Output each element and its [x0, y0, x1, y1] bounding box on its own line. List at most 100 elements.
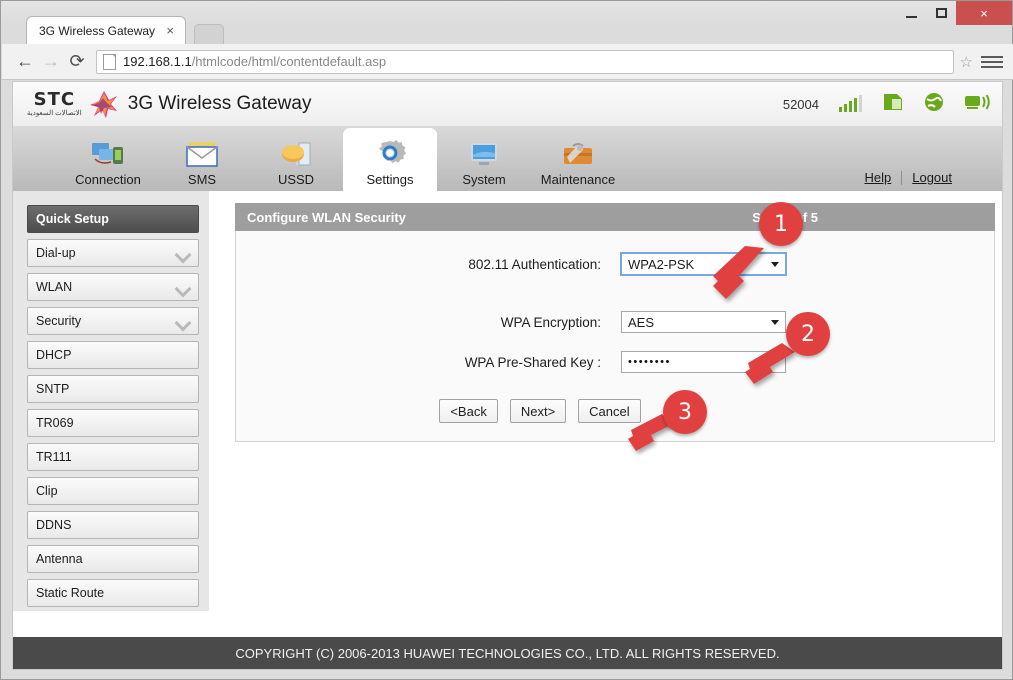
bookmark-star-icon[interactable]: ☆ [960, 53, 973, 71]
tab-sms-label: SMS [187, 172, 217, 187]
sidebar-item-security[interactable]: Security [27, 307, 199, 335]
authentication-value: WPA2-PSK [628, 256, 695, 272]
os-window: × 3G Wireless Gateway × ← → ⟳ 192.168.1.… [0, 0, 1013, 680]
signal-bars-icon [839, 95, 862, 112]
sidebar-menu: Quick Setup Dial-up WLAN Security DHCP S… [13, 191, 209, 611]
encryption-control: AES [621, 311, 786, 333]
ussd-icon [279, 139, 313, 169]
monitor-icon [467, 139, 501, 169]
page-footer: COPYRIGHT (C) 2006-2013 HUAWEI TECHNOLOG… [13, 637, 1002, 669]
sidebar-item-sntp[interactable]: SNTP [27, 375, 199, 403]
sidebar-item-wlan[interactable]: WLAN [27, 273, 199, 301]
chevron-down-icon [177, 283, 190, 291]
sim-card-icon [882, 93, 904, 116]
sidebar-item-label: Security [36, 314, 82, 328]
sidebar-item-label: Static Route [36, 586, 105, 600]
page-title: Configure WLAN Security [247, 209, 406, 225]
preshared-key-input[interactable]: •••••••• [621, 351, 786, 373]
sidebar-item-label: TR069 [36, 416, 74, 430]
gear-icon [373, 139, 407, 169]
tab-connection-label: Connection [75, 172, 141, 187]
sidebar-item-tr111[interactable]: TR111 [27, 443, 199, 471]
preshared-key-label: WPA Pre-Shared Key : [464, 354, 601, 370]
toolbox-icon [561, 139, 595, 169]
chevron-down-icon [771, 261, 779, 267]
tab-system[interactable]: System [437, 131, 531, 191]
browser-toolbar: ← → ⟳ 192.168.1.1/htmlcode/html/contentd… [2, 44, 1013, 80]
authentication-label: 802.11 Authentication: [468, 256, 601, 272]
sidebar-item-label: Clip [36, 484, 58, 498]
encryption-select[interactable]: AES [621, 311, 786, 333]
field-row-encryption: WPA Encryption: AES [236, 311, 994, 333]
browser-menu-icon[interactable] [981, 55, 1003, 68]
stc-logo: STC الاتصالات السعودية 3G Wireless Gatew… [27, 89, 311, 119]
wifi-broadcast-icon [964, 93, 990, 116]
cancel-button[interactable]: Cancel [578, 399, 641, 423]
copyright-text: COPYRIGHT (C) 2006-2013 HUAWEI TECHNOLOG… [235, 645, 780, 661]
sidebar-item-label: DDNS [36, 518, 72, 532]
sidebar-item-label: DHCP [36, 348, 72, 362]
browser-tab[interactable]: 3G Wireless Gateway × [26, 16, 186, 44]
stc-logo-arabic: الاتصالات السعودية [27, 110, 82, 117]
sidebar-item-tr069[interactable]: TR069 [27, 409, 199, 437]
page-body: Quick Setup Dial-up WLAN Security DHCP S… [13, 191, 1002, 637]
address-bar[interactable]: 192.168.1.1/htmlcode/html/contentdefault… [96, 49, 954, 74]
browser-tab-strip: 3G Wireless Gateway × [2, 14, 1013, 45]
tab-sms[interactable]: SMS [155, 131, 249, 191]
back-button[interactable]: <Back [439, 399, 498, 423]
header-links: Help Logout [864, 170, 952, 185]
url-path: /htmlcode/html/contentdefault.asp [191, 54, 387, 69]
stc-burst-icon [88, 89, 118, 119]
main-nav-tabs: Connection SMS USSD Settings System Main… [13, 126, 1002, 191]
tab-connection[interactable]: Connection [61, 131, 155, 191]
chevron-down-icon [771, 319, 779, 325]
back-icon[interactable]: ← [12, 49, 38, 75]
status-indicators: 52004 [783, 82, 990, 126]
link-divider [901, 170, 903, 185]
stc-wordmark: STC الاتصالات السعودية [27, 91, 82, 118]
tab-ussd[interactable]: USSD [249, 131, 343, 191]
page-viewport: STC الاتصالات السعودية 3G Wireless Gatew… [12, 81, 1003, 670]
sidebar-item-clip[interactable]: Clip [27, 477, 199, 505]
device-id: 52004 [782, 96, 819, 112]
page-info-icon [103, 53, 116, 70]
help-link[interactable]: Help [864, 170, 891, 185]
envelope-icon [185, 139, 219, 169]
app-title: 3G Wireless Gateway [127, 93, 312, 114]
chevron-down-icon [177, 317, 190, 325]
sidebar-item-label: Antenna [36, 552, 83, 566]
tab-maintenance[interactable]: Maintenance [531, 131, 625, 191]
tab-settings-label: Settings [366, 172, 414, 187]
forward-icon[interactable]: → [38, 49, 64, 75]
globe-icon [924, 92, 944, 117]
wizard-button-row: <Back Next> Cancel [236, 399, 994, 423]
preshared-key-control: •••••••• [621, 351, 786, 373]
sidebar-item-label: TR111 [36, 450, 72, 464]
panel-body: 802.11 Authentication: WPA2-PSK WPA Encr… [235, 231, 995, 442]
next-button[interactable]: Next> [509, 399, 567, 423]
field-row-authentication: 802.11 Authentication: WPA2-PSK [236, 252, 994, 276]
encryption-label: WPA Encryption: [500, 314, 601, 330]
content-panel: Configure WLAN Security Step 4 of 5 802.… [235, 203, 995, 442]
sidebar-item-label: Dial-up [36, 246, 76, 260]
sidebar-item-dial-up[interactable]: Dial-up [27, 239, 199, 267]
tab-close-icon[interactable]: × [163, 23, 177, 38]
sidebar-item-static-route[interactable]: Static Route [27, 579, 199, 607]
reload-icon[interactable]: ⟳ [64, 49, 90, 75]
sidebar-item-antenna[interactable]: Antenna [27, 545, 199, 573]
field-row-preshared-key: WPA Pre-Shared Key : •••••••• [236, 351, 994, 373]
tab-ussd-label: USSD [277, 172, 315, 187]
sidebar-item-quick-setup[interactable]: Quick Setup [27, 205, 199, 233]
logout-link[interactable]: Logout [912, 170, 952, 185]
sidebar-item-ddns[interactable]: DDNS [27, 511, 199, 539]
site-header: STC الاتصالات السعودية 3G Wireless Gatew… [13, 82, 1002, 126]
panel-header: Configure WLAN Security Step 4 of 5 [235, 203, 995, 231]
authentication-select[interactable]: WPA2-PSK [620, 252, 787, 276]
sidebar-item-label: SNTP [36, 382, 70, 396]
tab-settings[interactable]: Settings [343, 128, 437, 191]
sidebar-item-dhcp[interactable]: DHCP [27, 341, 199, 369]
browser-tab-title: 3G Wireless Gateway [39, 23, 156, 38]
tab-system-label: System [462, 172, 506, 187]
new-tab-button[interactable] [194, 24, 224, 45]
screenshot-root: × 3G Wireless Gateway × ← → ⟳ 192.168.1.… [0, 0, 1013, 680]
